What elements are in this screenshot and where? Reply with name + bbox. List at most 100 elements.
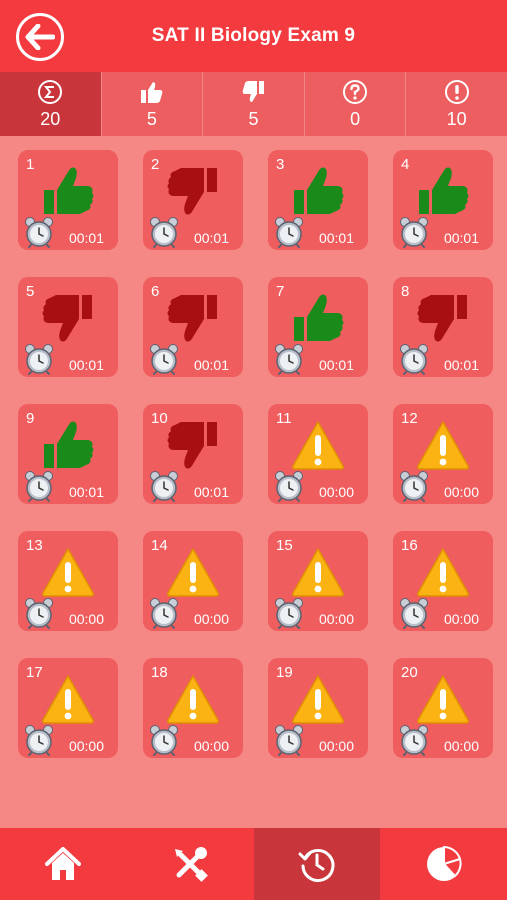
back-button[interactable] — [16, 13, 64, 61]
question-time: 00:01 — [443, 230, 479, 246]
thumbs-down-icon — [243, 80, 265, 102]
alarm-clock-icon — [400, 344, 428, 375]
thumbs-up-icon — [294, 167, 344, 214]
question-tile[interactable]: 13 00:00 — [18, 531, 118, 631]
warning-icon — [292, 548, 344, 597]
alarm-clock-icon — [150, 344, 178, 375]
question-time: 00:01 — [68, 230, 104, 246]
question-tile[interactable]: 12 00:00 — [393, 404, 493, 504]
stat-unknown[interactable]: 0 — [303, 72, 406, 136]
question-tile[interactable]: 16 00:00 — [393, 531, 493, 631]
history-icon — [298, 849, 335, 882]
stat-total[interactable]: 20 — [0, 72, 101, 136]
question-time: 00:00 — [443, 484, 479, 500]
alarm-clock-icon — [150, 471, 178, 502]
question-tile[interactable]: 14 00:00 — [143, 531, 243, 631]
question-time: 00:01 — [193, 484, 229, 500]
question-tile[interactable]: 17 00:00 — [18, 658, 118, 758]
question-tile[interactable]: 3 00:01 — [268, 150, 368, 250]
question-number: 7 — [276, 283, 285, 300]
question-number: 1 — [26, 156, 35, 173]
stat-total-value: 20 — [40, 108, 61, 129]
warning-icon — [417, 675, 469, 724]
sigma-icon — [38, 79, 63, 104]
question-time: 00:01 — [68, 484, 104, 500]
question-time: 00:00 — [318, 484, 354, 500]
tab-statistics[interactable] — [380, 828, 507, 900]
alarm-clock-icon — [275, 725, 303, 756]
back-arrow-icon — [25, 24, 55, 50]
question-number: 9 — [26, 410, 35, 427]
alarm-clock-icon — [275, 598, 303, 629]
alarm-clock-icon — [400, 598, 428, 629]
warning-icon — [292, 421, 344, 470]
alarm-clock-icon — [150, 217, 178, 248]
warning-icon — [167, 548, 219, 597]
question-number: 4 — [401, 156, 410, 173]
stat-correct[interactable]: 5 — [100, 72, 203, 136]
question-time: 00:01 — [68, 357, 104, 373]
alarm-clock-icon — [275, 217, 303, 248]
question-number: 6 — [151, 283, 160, 300]
question-tile[interactable]: 11 00:00 — [268, 404, 368, 504]
question-time: 00:01 — [443, 357, 479, 373]
question-tile[interactable]: 1 00:01 — [18, 150, 118, 250]
question-tile[interactable]: 18 00:00 — [143, 658, 243, 758]
exclamation-icon — [444, 79, 469, 104]
question-tile[interactable]: 8 00:01 — [393, 277, 493, 377]
thumbs-down-icon — [167, 168, 217, 215]
alarm-clock-icon — [400, 471, 428, 502]
alarm-clock-icon — [275, 471, 303, 502]
question-tile[interactable]: 9 00:01 — [18, 404, 118, 504]
question-tile[interactable]: 6 00:01 — [143, 277, 243, 377]
alarm-clock-icon — [400, 217, 428, 248]
question-time: 00:01 — [193, 230, 229, 246]
stats-bar: 20 5 5 0 10 — [0, 72, 507, 136]
question-time: 00:01 — [318, 357, 354, 373]
question-tile[interactable]: 19 00:00 — [268, 658, 368, 758]
alarm-clock-icon — [25, 598, 53, 629]
thumbs-up-icon — [44, 167, 94, 214]
question-tile[interactable]: 4 00:01 — [393, 150, 493, 250]
alarm-clock-icon — [25, 471, 53, 502]
warning-icon — [42, 675, 94, 724]
question-time: 00:00 — [443, 611, 479, 627]
tab-tools[interactable] — [127, 828, 254, 900]
thumbs-up-icon — [294, 294, 344, 341]
alarm-clock-icon — [25, 344, 53, 375]
tab-history[interactable] — [253, 828, 381, 900]
alarm-clock-icon — [25, 217, 53, 248]
tab-home[interactable] — [0, 828, 127, 900]
thumbs-down-icon — [42, 295, 92, 342]
question-tile[interactable]: 7 00:01 — [268, 277, 368, 377]
question-number: 8 — [401, 283, 410, 300]
thumbs-up-icon — [419, 167, 469, 214]
bottom-tab-bar — [0, 828, 507, 900]
top-bar: SAT II Biology Exam 9 — [0, 0, 507, 72]
pie-chart-icon — [426, 845, 462, 881]
warning-icon — [417, 548, 469, 597]
warning-icon — [292, 675, 344, 724]
thumbs-up-icon — [44, 421, 94, 468]
alarm-clock-icon — [150, 725, 178, 756]
question-time: 00:00 — [193, 738, 229, 754]
question-tile[interactable]: 15 00:00 — [268, 531, 368, 631]
stat-correct-value: 5 — [146, 108, 157, 129]
question-time: 00:00 — [68, 738, 104, 754]
question-tile[interactable]: 2 00:01 — [143, 150, 243, 250]
question-grid: 1 00:01 2 00:01 3 00:01 4 00:01 5 00:01 6 00:01 7 00:… — [18, 150, 493, 758]
question-tile[interactable]: 5 00:01 — [18, 277, 118, 377]
question-time: 00:01 — [318, 230, 354, 246]
alarm-clock-icon — [275, 344, 303, 375]
question-tile[interactable]: 20 00:00 — [393, 658, 493, 758]
question-tile[interactable]: 10 00:01 — [143, 404, 243, 504]
stat-wrong[interactable]: 5 — [202, 72, 304, 136]
thumbs-up-icon — [140, 81, 163, 103]
stat-unanswered[interactable]: 10 — [405, 72, 507, 136]
question-time: 00:00 — [443, 738, 479, 754]
thumbs-down-icon — [417, 295, 467, 342]
home-icon — [45, 847, 82, 880]
question-time: 00:00 — [318, 611, 354, 627]
alarm-clock-icon — [400, 725, 428, 756]
warning-icon — [42, 548, 94, 597]
